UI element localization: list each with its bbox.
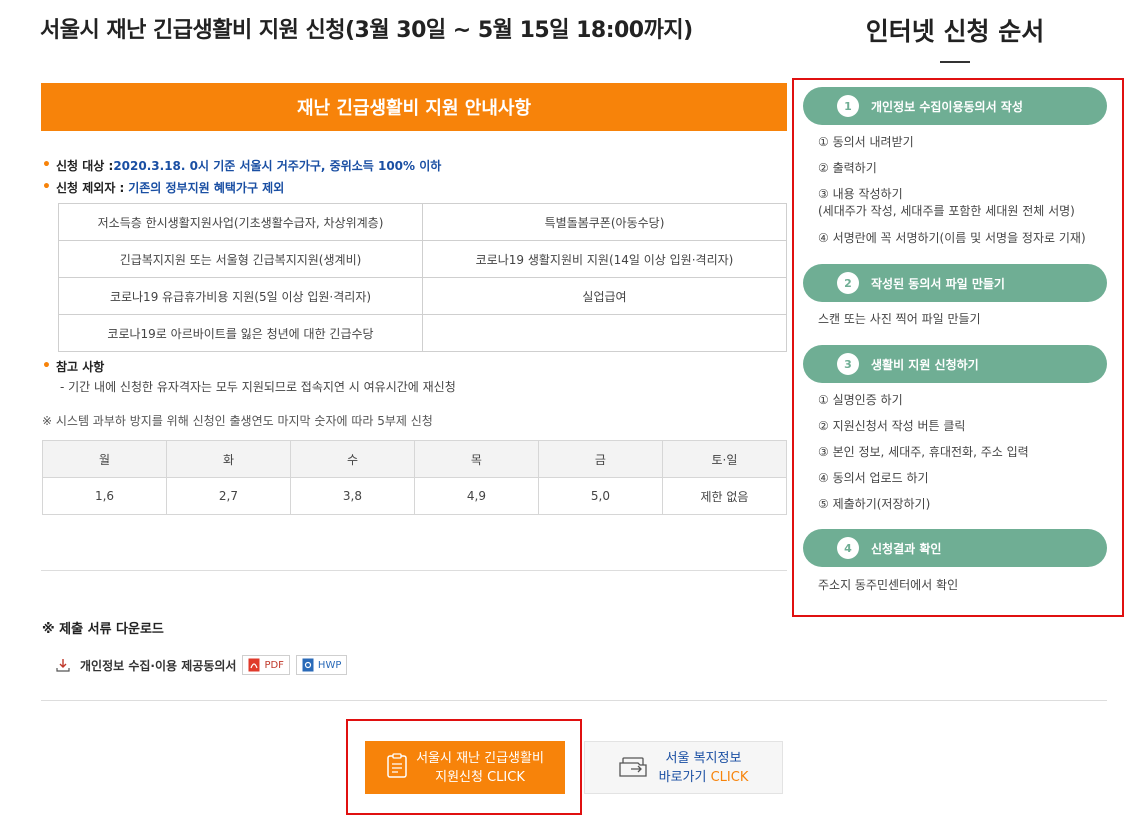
table-cell: 제한 없음 [661,477,788,515]
eligibility-label: 신청 대상 : [56,158,114,173]
bullet-dot-icon: • [42,157,51,173]
apply-button[interactable]: 서울시 재난 긴급생활비 지원신청 CLICK [365,741,565,794]
step-title: 신청결과 확인 [871,541,942,556]
table-header-cell: 월 [42,440,167,478]
clipboard-icon [386,752,408,783]
download-row: 개인정보 수집·이용 제공동의서 PDF HWP [56,655,348,675]
table-cell: 5,0 [537,477,663,515]
step-number: 4 [837,537,859,559]
apply-click: CLICK [487,769,525,785]
welfare-click: CLICK [710,769,749,785]
hwp-label: HWP [317,659,342,671]
apply-line2: 지원신청 CLICK [416,768,544,787]
step-pill-4: 4 신청결과 확인 [803,529,1107,567]
table-cell: 특별돌봄쿠폰(아동수당) [422,203,787,241]
procedure-title: 인터넷 신청 순서 [865,17,1045,46]
eligibility-value: 2020.3.18. 0시 기준 서울시 거주가구, 중위소득 100% 이하 [113,158,442,173]
exclusion-value: 기존의 정부지원 혜택가구 제외 [128,180,285,195]
step-number: 2 [837,272,859,294]
eligibility-bullets: • 신청 대상 : 2020.3.18. 0시 기준 서울시 거주가구, 중위소… [42,154,787,198]
table-header-cell: 금 [537,440,663,478]
eligibility-line: • 신청 대상 : 2020.3.18. 0시 기준 서울시 거주가구, 중위소… [42,154,787,176]
step-item: ④ 서명란에 꼭 서명하기(이름 및 서명을 정자로 기재) [818,231,1086,245]
step-pill-3: 3 생활비 지원 신청하기 [803,345,1107,383]
step-item: ④ 동의서 업로드 하기 [818,471,929,485]
step-item: ⑤ 제출하기(저장하기) [818,497,931,511]
folder-arrow-icon [618,754,649,782]
pdf-label: PDF [264,659,284,671]
page-title: 서울시 재난 긴급생활비 지원 신청(3월 30일 ~ 5월 15일 18:00… [40,18,693,43]
apply-line2-prefix: 지원신청 [435,769,483,785]
table-cell: 코로나19로 아르바이트를 잃은 청년에 대한 긴급수당 [58,314,423,352]
exclusion-table: 저소득층 한시생활지원사업(기초생활수급자, 차상위계층) 특별돌봄쿠폰(아동수… [58,203,787,352]
bullet-dot-icon: • [42,358,51,374]
welfare-line2-prefix: 바로가기 [658,769,707,785]
step-pill-1: 1 개인정보 수집이용동의서 작성 [803,87,1107,125]
hwp-download-button[interactable]: HWP [295,655,348,675]
table-cell: 4,9 [413,477,539,515]
step-item: ③ 본인 정보, 세대주, 휴대전화, 주소 입력 [818,445,1029,459]
apply-line1: 서울시 재난 긴급생활비 [416,750,544,766]
table-cell: 긴급복지지원 또는 서울형 긴급복지지원(생계비) [58,240,423,278]
table-cell: 코로나19 유급휴가비용 지원(5일 이상 입원·격리자) [58,277,423,315]
download-icon [56,658,70,672]
table-header-cell: 화 [165,440,291,478]
step-item: ① 동의서 내려받기 [818,135,914,149]
step-item: 주소지 동주민센터에서 확인 [818,578,959,592]
step-item: ② 출력하기 [818,161,877,175]
welfare-line2: 바로가기 CLICK [659,768,749,787]
table-cell: 2,7 [165,477,291,515]
title-underline [940,61,970,63]
table-cell: 3,8 [289,477,415,515]
reference-note: - 기간 내에 신청한 유자격자는 모두 지원되므로 접속지연 시 여유시간에 … [60,380,456,394]
welfare-button-text: 서울 복지정보 바로가기 CLICK [659,749,749,787]
table-header-cell: 수 [289,440,415,478]
system-note: ※ 시스템 과부하 방지를 위해 신청인 출생연도 마지막 숫자에 따라 5부제… [42,414,433,428]
table-cell: 코로나19 생활지원비 지원(14일 이상 입원·격리자) [422,240,787,278]
step-pill-2: 2 작성된 동의서 파일 만들기 [803,264,1107,302]
table-row: 저소득층 한시생활지원사업(기초생활수급자, 차상위계층) 특별돌봄쿠폰(아동수… [58,203,787,241]
divider [41,570,787,571]
step-title: 작성된 동의서 파일 만들기 [871,276,1005,291]
bullet-dot-icon: • [42,179,51,195]
step-item: ② 지원신청서 작성 버튼 클릭 [818,419,966,433]
notice-header: 재난 긴급생활비 지원 안내사항 [41,83,787,131]
welfare-link-button[interactable]: 서울 복지정보 바로가기 CLICK [584,741,783,794]
welfare-line1: 서울 복지정보 [665,750,742,766]
step-number: 3 [837,353,859,375]
step-title: 개인정보 수집이용동의서 작성 [871,99,1023,114]
table-cell [422,314,787,352]
hwp-file-icon [302,658,314,672]
table-header-row: 월 화 수 목 금 토·일 [42,440,788,478]
exclusion-label: 신청 제외자 : [56,180,125,195]
step-number: 1 [837,95,859,117]
reference-title: 참고 사항 [56,359,105,374]
table-row: 코로나19 유급휴가비용 지원(5일 이상 입원·격리자) 실업급여 [58,277,787,315]
table-row: 긴급복지지원 또는 서울형 긴급복지지원(생계비) 코로나19 생활지원비 지원… [58,240,787,278]
divider [41,700,1107,701]
step-item: 스캔 또는 사진 찍어 파일 만들기 [818,312,981,326]
pdf-file-icon [248,658,260,672]
step-item: ③ 내용 작성하기 (세대주가 작성, 세대주를 포함한 세대원 전체 서명) [818,187,1075,218]
table-cell: 1,6 [42,477,167,515]
apply-button-text: 서울시 재난 긴급생활비 지원신청 CLICK [416,749,544,787]
download-title: ※ 제출 서류 다운로드 [42,622,164,637]
table-header-cell: 목 [413,440,539,478]
reference-block: • 참고 사항 - 기간 내에 신청한 유자격자는 모두 지원되므로 접속지연 … [42,355,456,397]
table-cell: 저소득층 한시생활지원사업(기초생활수급자, 차상위계층) [58,203,423,241]
table-cell: 실업급여 [422,277,787,315]
step-title: 생활비 지원 신청하기 [871,357,979,372]
table-header-cell: 토·일 [661,440,788,478]
rotation-day-table: 월 화 수 목 금 토·일 1,6 2,7 3,8 4,9 5,0 제한 없음 [42,440,788,515]
table-row: 코로나19로 아르바이트를 잃은 청년에 대한 긴급수당 [58,314,787,352]
step-item: ① 실명인증 하기 [818,393,903,407]
reference-title-line: • 참고 사항 [42,355,456,377]
table-row: 1,6 2,7 3,8 4,9 5,0 제한 없음 [42,477,788,515]
download-doc-name: 개인정보 수집·이용 제공동의서 [80,658,237,673]
exclusion-line: • 신청 제외자 : 기존의 정부지원 혜택가구 제외 [42,176,787,198]
pdf-download-button[interactable]: PDF [242,655,290,675]
